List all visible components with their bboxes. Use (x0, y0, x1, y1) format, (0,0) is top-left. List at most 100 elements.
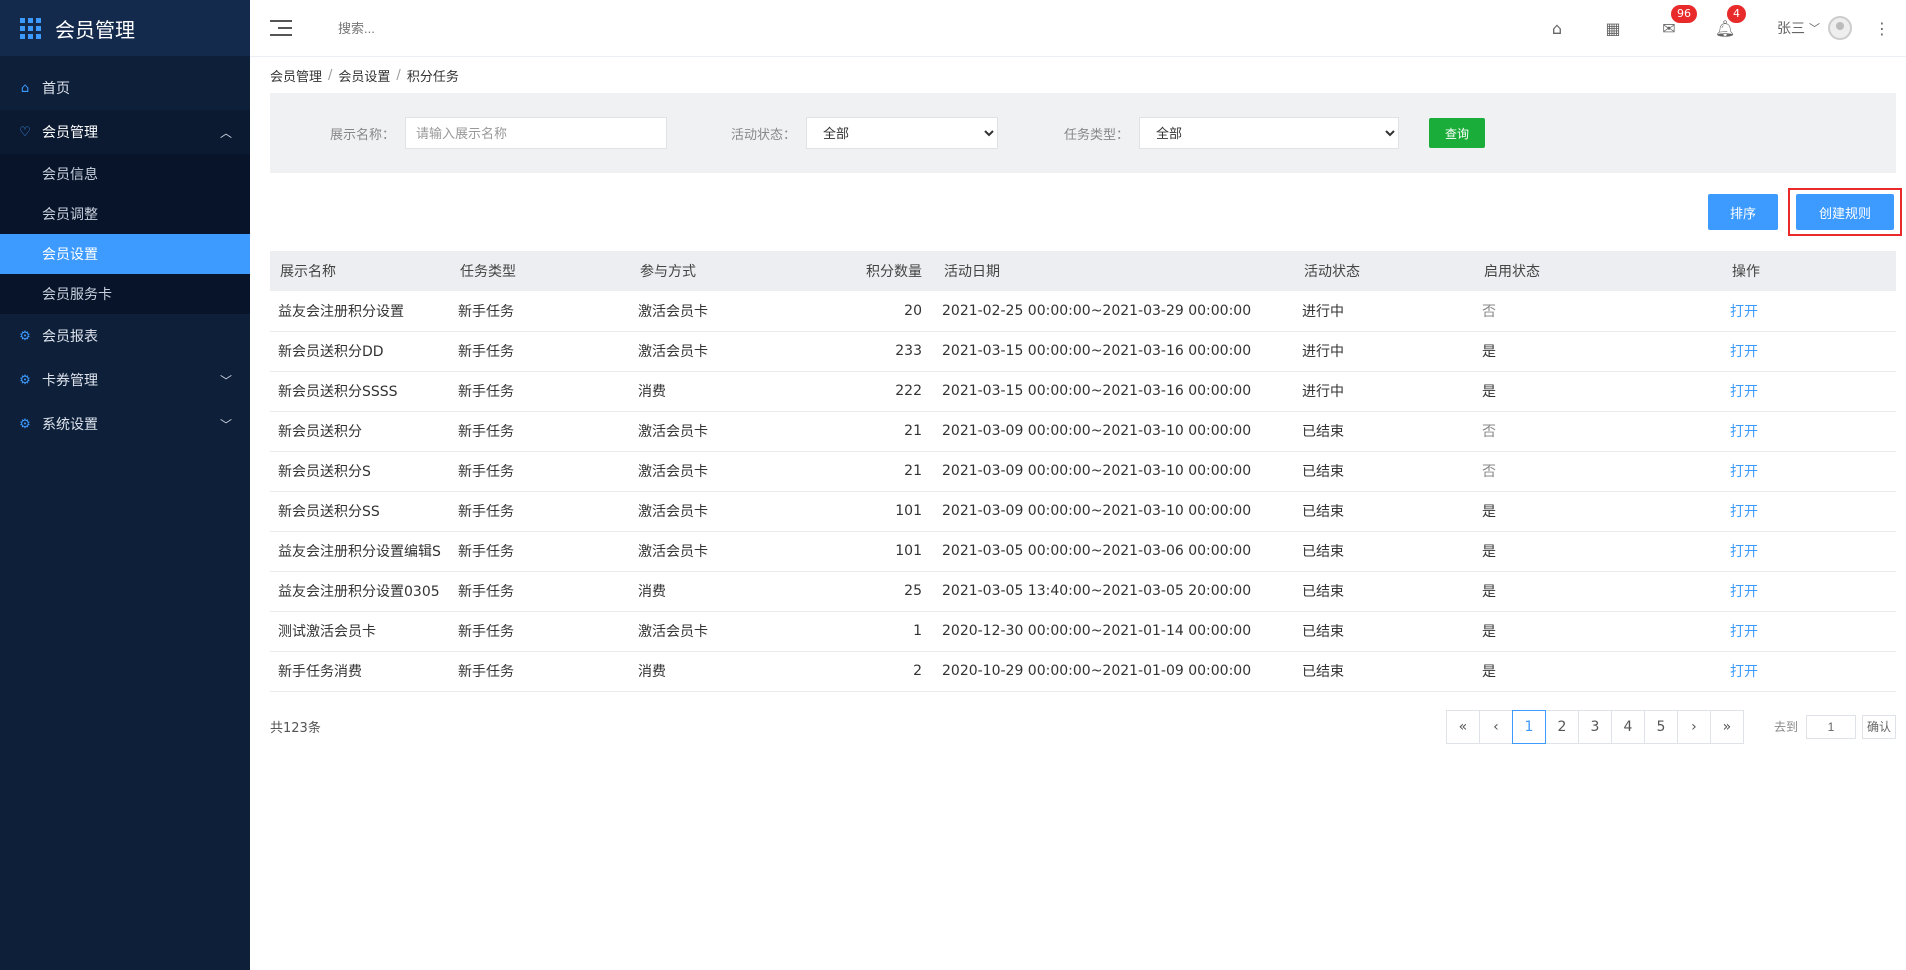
page-button[interactable]: » (1709, 709, 1744, 744)
table-cell: 激活会员卡 (638, 464, 708, 480)
sidebar-item-member-management[interactable]: ♡ 会员管理 ︿ (0, 110, 250, 154)
page-button[interactable]: ‹ (1478, 709, 1513, 744)
table-cell: 激活会员卡 (638, 544, 708, 560)
table-cell: 新手任务 (458, 584, 514, 600)
table-cell: 激活会员卡 (638, 624, 708, 640)
table-row: 益友会注册积分设置 新手任务 激活会员卡 20 2021-02-25 00:00:00~… (270, 291, 1896, 331)
sidebar-subitem-member-adjust[interactable]: 会员调整 (0, 194, 250, 234)
table-cell: 新会员送积分SSSS (278, 384, 398, 400)
table-cell: 消费 (638, 584, 666, 600)
sidebar-item-label: 会员报表 (42, 329, 98, 345)
table-cell: 新会员送积分DD (278, 344, 384, 360)
total-count: 共123条 (270, 721, 321, 736)
create-rule-button[interactable]: 创建规则 (1796, 194, 1894, 230)
table-body: 益友会注册积分设置 新手任务 激活会员卡 20 2021-02-25 00:00:00~… (270, 291, 1896, 691)
table-header-row: 展示名称 任务类型 参与方式 积分数量 活动日期 活动状态 启用状态 操作 (270, 251, 1896, 291)
breadcrumb-item[interactable]: 会员管理 (270, 66, 322, 85)
table-row: 益友会注册积分设置编辑S 新手任务 激活会员卡 101 2021-03-05 00:00… (270, 531, 1896, 571)
table-cell: 消费 (638, 384, 666, 400)
home-icon: ⌂ (20, 80, 30, 96)
sidebar-item-label: 会员管理 (42, 125, 98, 141)
table-cell: 打开 (1722, 651, 1896, 691)
search-input[interactable] (338, 20, 638, 36)
table-cell: 233 (895, 343, 922, 359)
goto-confirm-button[interactable]: 确认 (1861, 714, 1896, 739)
points-task-table: 展示名称 任务类型 参与方式 积分数量 活动日期 活动状态 启用状态 操作 益友… (270, 251, 1896, 692)
open-link[interactable]: 打开 (1730, 464, 1758, 480)
open-link[interactable]: 打开 (1730, 504, 1758, 520)
goto-page: 去到 确认 (1773, 714, 1896, 739)
table-cell: 已结束 (1302, 584, 1344, 600)
user-menu[interactable]: 张三 ﹀ (1777, 16, 1852, 40)
bell-icon[interactable]: 🔔︎ 4 (1697, 4, 1753, 38)
table-row: 测试激活会员卡 新手任务 激活会员卡 1 2020-12-30 00:00:00~202… (270, 611, 1896, 651)
table-row: 新会员送积分SSSS 新手任务 消费 222 2021-03-15 00:00:00~2… (270, 371, 1896, 411)
table-cell: 2021-03-09 00:00:00~2021-03-10 00:00:00 (942, 423, 1252, 439)
table-cell: 已结束 (1302, 464, 1344, 480)
sort-button[interactable]: 排序 (1708, 194, 1778, 230)
goto-label: 去到 (1773, 720, 1798, 734)
open-link[interactable]: 打开 (1730, 304, 1758, 320)
table-cell: 101 (895, 543, 922, 559)
sidebar-nav: ⌂ 首页 ♡ 会员管理 ︿ 会员信息 会员调整 会员设置 会员服务卡 ⚙ 会员报… (0, 56, 250, 446)
chevron-down-icon: ﹀ (1809, 22, 1820, 35)
table-cell: 打开 (1722, 371, 1896, 411)
sidebar-subitem-member-info[interactable]: 会员信息 (0, 154, 250, 194)
breadcrumb-item-current: 积分任务 (406, 69, 459, 85)
query-button[interactable]: 查询 (1429, 118, 1486, 148)
table-row: 新会员送积分SS 新手任务 激活会员卡 101 2021-03-09 00:00:00~… (270, 491, 1896, 531)
grid-icon[interactable]: ▦ (1585, 19, 1641, 38)
table-cell: 进行中 (1302, 384, 1344, 400)
gear-icon: ⚙ (19, 372, 31, 388)
home-icon[interactable]: ⌂ (1529, 19, 1585, 38)
status-select[interactable]: 全部 (806, 117, 999, 149)
table-cell: 新手任务 (458, 384, 514, 400)
more-vertical-icon[interactable]: ⋮ (1874, 19, 1890, 38)
table-cell: 是 (1482, 624, 1496, 640)
action-bar: 排序 创建规则 (270, 173, 1902, 251)
table-cell: 已结束 (1302, 544, 1344, 560)
sidebar-item-coupon-management[interactable]: ⚙ 卡券管理 ﹀ (0, 358, 250, 402)
sidebar-item-label: 系统设置 (42, 417, 98, 433)
sidebar-item-home[interactable]: ⌂ 首页 (0, 66, 250, 110)
goto-page-input[interactable] (1805, 714, 1856, 739)
name-label: 展示名称： (330, 127, 396, 143)
table-cell: 打开 (1722, 411, 1896, 451)
table-cell: 激活会员卡 (638, 504, 708, 520)
page-button[interactable]: 3 (1577, 709, 1612, 744)
sidebar-item-member-reports[interactable]: ⚙ 会员报表 (0, 314, 250, 358)
table-cell: 新手任务 (458, 544, 514, 560)
apps-grid-icon[interactable] (20, 17, 41, 39)
open-link[interactable]: 打开 (1730, 584, 1758, 600)
table-cell: 20 (904, 302, 922, 319)
table-cell: 打开 (1722, 291, 1896, 331)
page-button[interactable]: 1 (1511, 709, 1546, 744)
page-button[interactable]: › (1676, 709, 1711, 744)
table-cell: 2021-03-15 00:00:00~2021-03-16 00:00:00 (942, 343, 1252, 359)
sidebar-subitem-member-service-card[interactable]: 会员服务卡 (0, 274, 250, 314)
name-input[interactable] (405, 117, 668, 149)
open-link[interactable]: 打开 (1730, 424, 1758, 440)
mail-icon[interactable]: ✉ 96 (1641, 4, 1697, 38)
table-cell: 新手任务消费 (278, 664, 362, 680)
page-button[interactable]: 4 (1610, 709, 1645, 744)
brand: 会员管理 (0, 0, 250, 56)
open-link[interactable]: 打开 (1730, 544, 1758, 560)
open-link[interactable]: 打开 (1730, 664, 1758, 680)
sidebar-item-system-settings[interactable]: ⚙ 系统设置 ﹀ (0, 402, 250, 446)
open-link[interactable]: 打开 (1730, 624, 1758, 640)
page-button[interactable]: 2 (1544, 709, 1579, 744)
menu-toggle-icon[interactable] (270, 20, 292, 36)
table-cell: 打开 (1722, 331, 1896, 371)
page-button[interactable]: 5 (1643, 709, 1678, 744)
open-link[interactable]: 打开 (1730, 384, 1758, 400)
chevron-up-icon: ︿ (219, 125, 232, 140)
open-link[interactable]: 打开 (1730, 344, 1758, 360)
type-select[interactable]: 全部 (1139, 117, 1400, 149)
table-cell: 进行中 (1302, 344, 1344, 360)
table-cell: 激活会员卡 (638, 424, 708, 440)
page-button[interactable]: « (1445, 709, 1480, 744)
table-cell: 2 (913, 663, 922, 679)
breadcrumb-item[interactable]: 会员设置 (338, 66, 390, 85)
sidebar-subitem-member-settings[interactable]: 会员设置 (0, 234, 250, 274)
